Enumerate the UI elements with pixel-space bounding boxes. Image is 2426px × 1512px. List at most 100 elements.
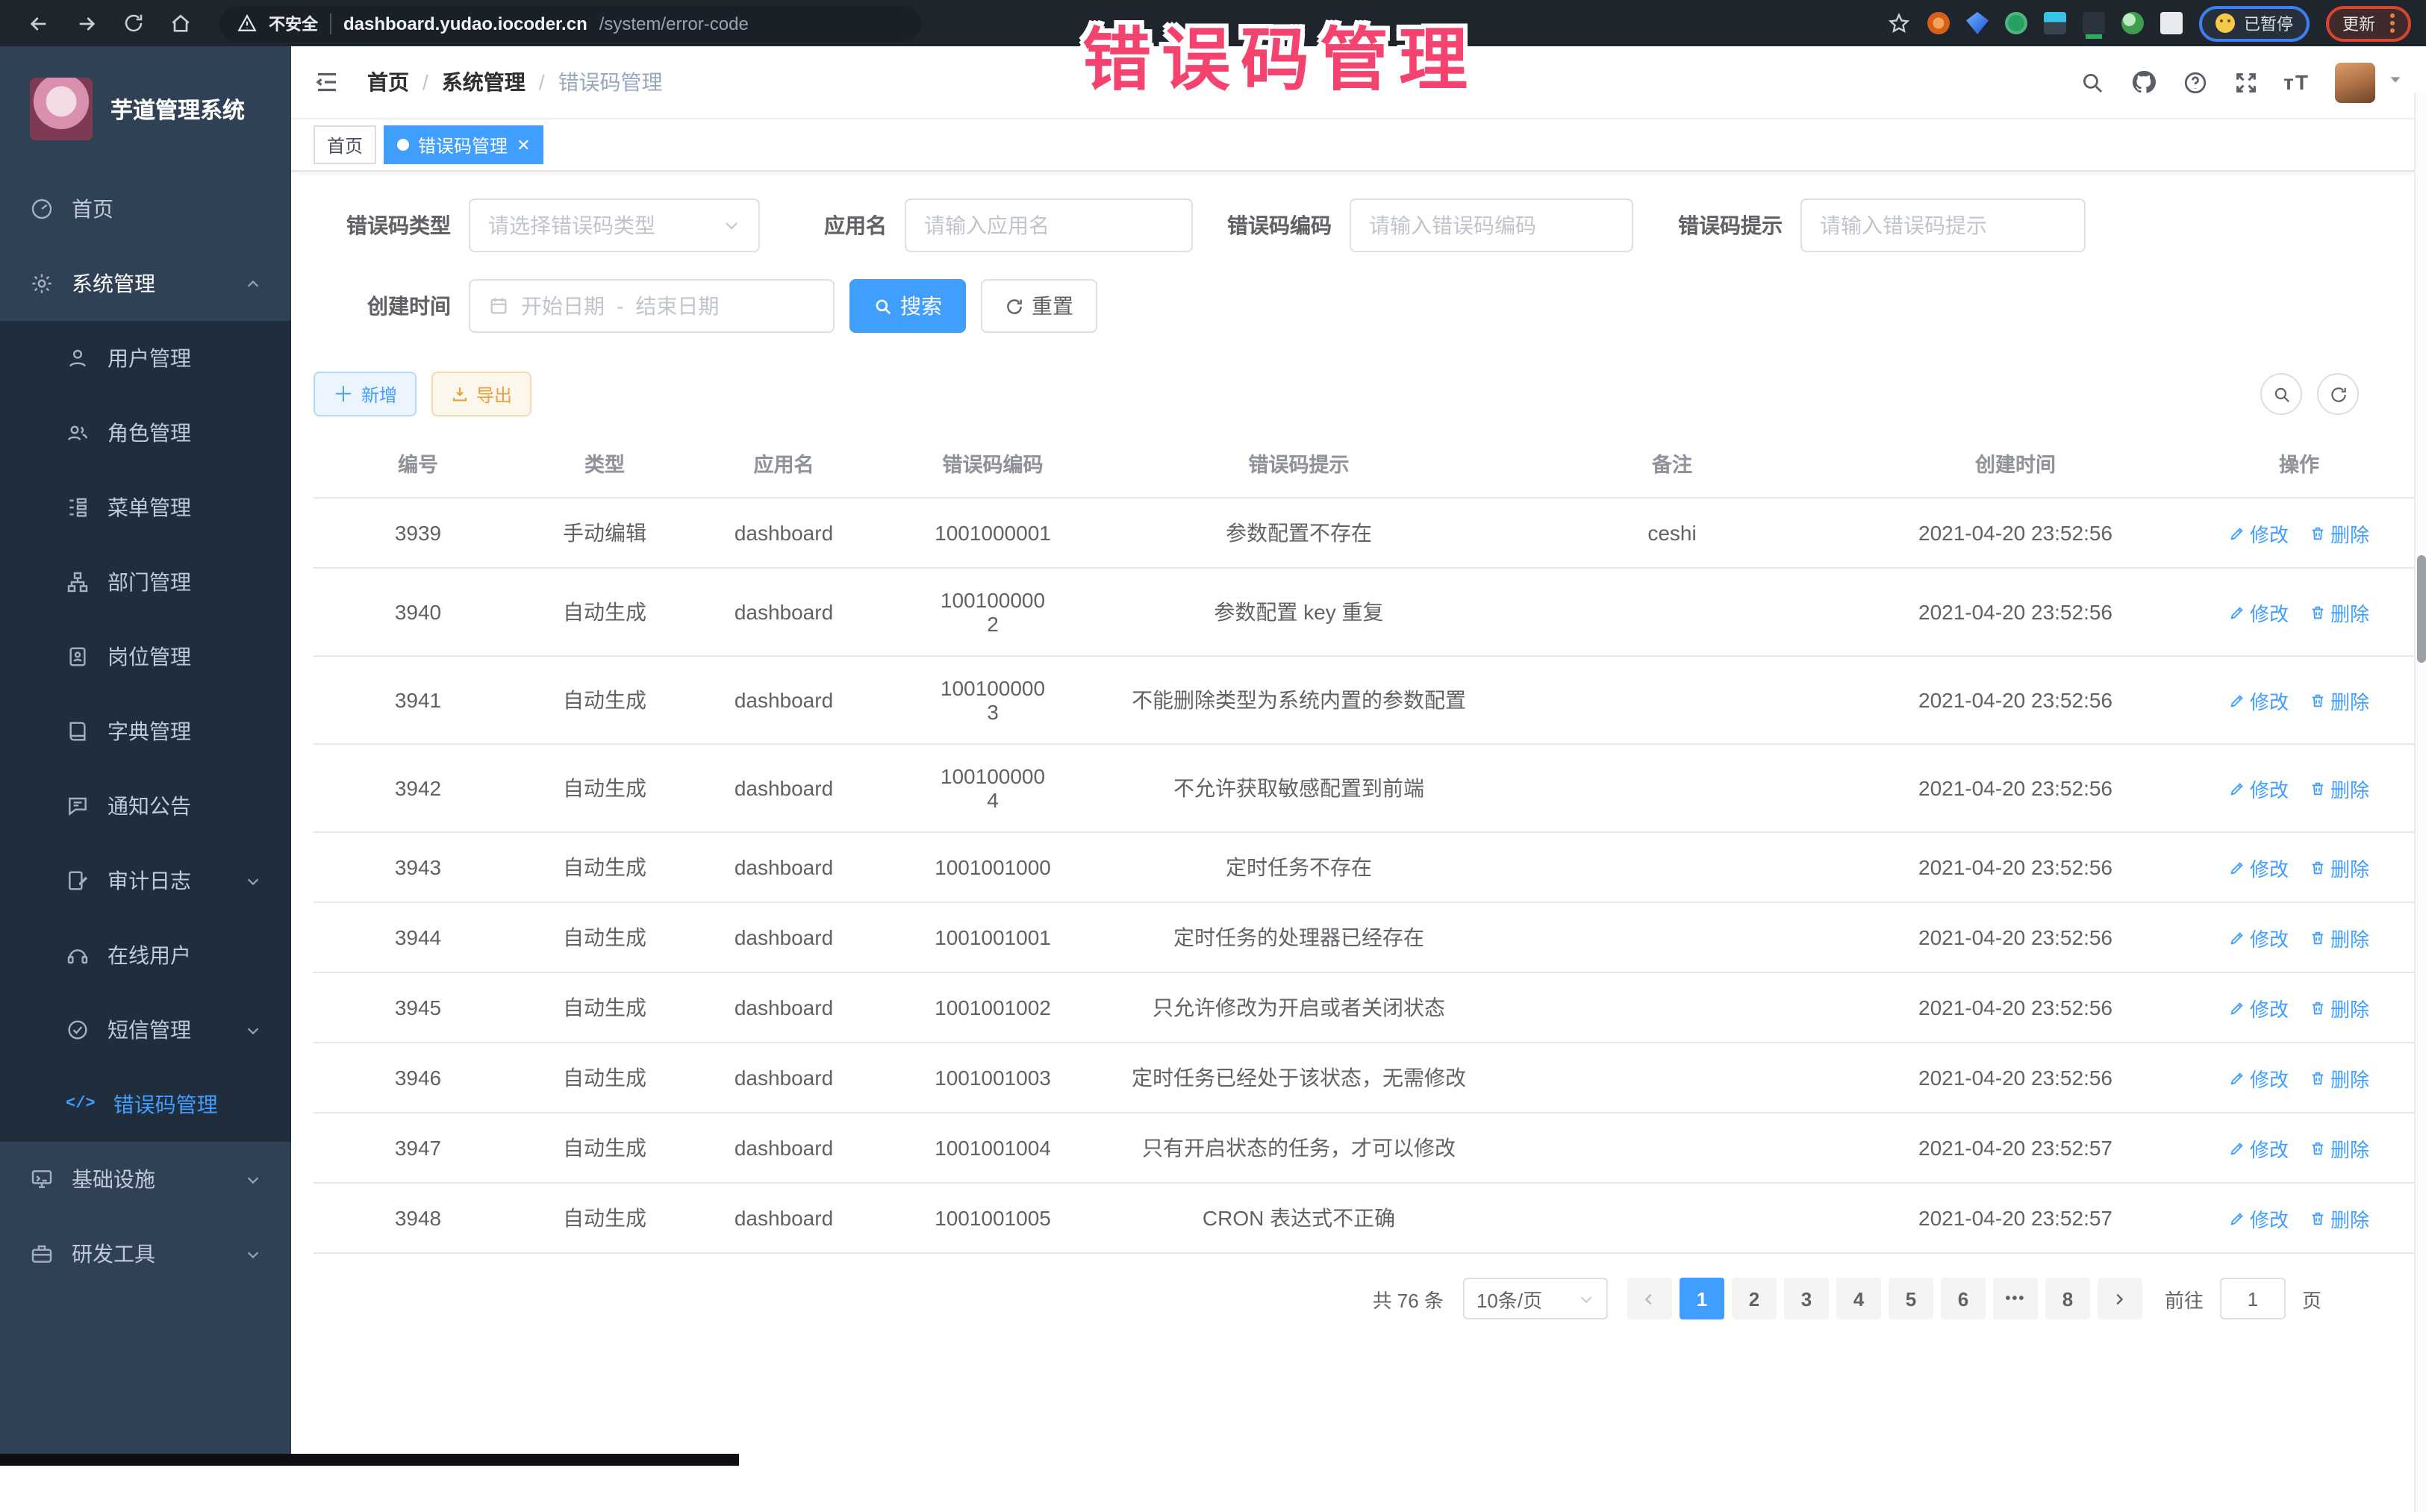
page-button[interactable]: 5: [1889, 1278, 1933, 1319]
delete-button[interactable]: 删除: [2310, 519, 2369, 547]
goto-page-input[interactable]: 1: [2220, 1278, 2286, 1319]
add-button[interactable]: ＋ 新增: [314, 372, 417, 416]
font-size-icon[interactable]: тT: [2283, 70, 2310, 94]
error-type-select[interactable]: 请选择错误码类型: [469, 199, 760, 252]
close-tab-icon[interactable]: ✕: [517, 135, 530, 154]
extension-icon[interactable]: [2005, 12, 2027, 34]
sidebar-item-menus[interactable]: 菜单管理: [0, 470, 291, 545]
breadcrumb-home[interactable]: 首页: [367, 67, 409, 97]
sidebar-item-sms[interactable]: 短信管理: [0, 993, 291, 1067]
app-logo[interactable]: 芋道管理系统: [0, 46, 291, 172]
prev-page-button[interactable]: [1627, 1278, 1672, 1319]
export-button[interactable]: 导出: [431, 372, 531, 416]
sidebar-item-online-users[interactable]: 在线用户: [0, 918, 291, 993]
tab-error-codes[interactable]: 错误码管理 ✕: [384, 125, 543, 164]
sidebar-item-notices[interactable]: 通知公告: [0, 769, 291, 843]
error-msg-input[interactable]: 请输入错误码提示: [1800, 199, 2086, 252]
page-button[interactable]: 3: [1784, 1278, 1829, 1319]
sidebar-item-error-codes[interactable]: </> 错误码管理: [0, 1067, 291, 1142]
sidebar-item-users[interactable]: 用户管理: [0, 321, 291, 396]
delete-button[interactable]: 删除: [2310, 598, 2369, 626]
edit-button[interactable]: 修改: [2229, 774, 2289, 802]
table-row[interactable]: 3943自动生成dashboard1001001000定时任务不存在2021-0…: [314, 832, 2419, 902]
extensions-puzzle-icon[interactable]: [2160, 12, 2183, 34]
delete-button[interactable]: 删除: [2310, 1063, 2369, 1092]
toggle-search-button[interactable]: [2260, 373, 2302, 415]
delete-button[interactable]: 删除: [2310, 1134, 2369, 1162]
next-page-button[interactable]: [2098, 1278, 2142, 1319]
sidebar-item-audit-logs[interactable]: 审计日志: [0, 843, 291, 918]
extension-icon[interactable]: [2044, 12, 2066, 34]
extension-icon[interactable]: [2083, 12, 2105, 34]
error-code-input[interactable]: 请输入错误码编码: [1350, 199, 1633, 252]
delete-button[interactable]: 删除: [2310, 686, 2369, 714]
tab-home[interactable]: 首页: [314, 125, 376, 164]
refresh-table-button[interactable]: [2317, 373, 2359, 415]
edit-button[interactable]: 修改: [2229, 1063, 2289, 1092]
bookmark-star-icon[interactable]: [1887, 11, 1911, 35]
sidebar-item-infrastructure[interactable]: 基础设施: [0, 1142, 291, 1216]
sidebar-item-dev-tools[interactable]: 研发工具: [0, 1216, 291, 1291]
collapse-sidebar-icon[interactable]: [314, 69, 340, 96]
table-row[interactable]: 3948自动生成dashboard1001001005CRON 表达式不正确20…: [314, 1183, 2419, 1253]
extension-icon[interactable]: [2121, 12, 2144, 34]
edit-button[interactable]: 修改: [2229, 853, 2289, 881]
date-range-picker[interactable]: 开始日期 - 结束日期: [469, 279, 835, 333]
browser-menu-icon[interactable]: [2390, 13, 2395, 33]
reload-icon[interactable]: [122, 12, 145, 34]
extension-icon[interactable]: [1966, 12, 1989, 34]
edit-button[interactable]: 修改: [2229, 686, 2289, 714]
search-button[interactable]: 搜索: [849, 279, 966, 333]
fullscreen-icon[interactable]: [2233, 69, 2258, 95]
back-icon[interactable]: [27, 11, 51, 35]
delete-button[interactable]: 删除: [2310, 853, 2369, 881]
page-button[interactable]: 8: [2045, 1278, 2090, 1319]
edit-button[interactable]: 修改: [2229, 993, 2289, 1022]
reset-button[interactable]: 重置: [981, 279, 1097, 333]
breadcrumb-system[interactable]: 系统管理: [442, 67, 526, 97]
edit-button[interactable]: 修改: [2229, 1204, 2289, 1232]
edit-button[interactable]: 修改: [2229, 519, 2289, 547]
app-name-input[interactable]: 请输入应用名: [905, 199, 1193, 252]
table-row[interactable]: 3940自动生成dashboard100100000 2参数配置 key 重复2…: [314, 568, 2419, 656]
delete-button[interactable]: 删除: [2310, 1204, 2369, 1232]
browser-update-button[interactable]: 更新: [2326, 5, 2411, 41]
address-bar[interactable]: 不安全 dashboard.yudao.iocoder.cn/system/er…: [219, 5, 921, 41]
table-row[interactable]: 3947自动生成dashboard1001001004只有开启状态的任务，才可以…: [314, 1113, 2419, 1183]
page-size-select[interactable]: 10条/页: [1463, 1278, 1608, 1319]
github-icon[interactable]: [2130, 69, 2157, 96]
delete-button[interactable]: 删除: [2310, 993, 2369, 1022]
table-row[interactable]: 3944自动生成dashboard1001001001定时任务的处理器已经存在2…: [314, 902, 2419, 972]
sidebar-item-system[interactable]: 系统管理: [0, 246, 291, 321]
chevron-down-icon[interactable]: [2387, 69, 2404, 96]
window-scrollbar[interactable]: [2414, 93, 2426, 1512]
page-button[interactable]: 1: [1680, 1278, 1724, 1319]
sidebar-item-posts[interactable]: 岗位管理: [0, 619, 291, 694]
home-icon[interactable]: [169, 11, 193, 35]
extension-icon[interactable]: [1927, 12, 1950, 34]
avatar[interactable]: [2335, 62, 2375, 102]
page-button[interactable]: 4: [1836, 1278, 1881, 1319]
edit-button[interactable]: 修改: [2229, 1134, 2289, 1162]
delete-button[interactable]: 删除: [2310, 774, 2369, 802]
edit-button[interactable]: 修改: [2229, 598, 2289, 626]
more-pages-button[interactable]: •••: [1993, 1278, 2038, 1319]
table-row[interactable]: 3942自动生成dashboard100100000 4不允许获取敏感配置到前端…: [314, 744, 2419, 832]
sidebar-item-roles[interactable]: 角色管理: [0, 396, 291, 470]
delete-button[interactable]: 删除: [2310, 923, 2369, 952]
table-row[interactable]: 3939手动编辑dashboard1001000001参数配置不存在ceshi2…: [314, 498, 2419, 568]
search-icon[interactable]: [2079, 69, 2104, 95]
forward-icon[interactable]: [75, 11, 99, 35]
sidebar-item-departments[interactable]: 部门管理: [0, 545, 291, 619]
scrollbar-thumb[interactable]: [2417, 555, 2426, 663]
help-icon[interactable]: [2182, 69, 2207, 95]
sidebar-item-home[interactable]: 首页: [0, 172, 291, 246]
edit-button[interactable]: 修改: [2229, 923, 2289, 952]
table-row[interactable]: 3945自动生成dashboard1001001002只允许修改为开启或者关闭状…: [314, 972, 2419, 1043]
table-row[interactable]: 3941自动生成dashboard100100000 3不能删除类型为系统内置的…: [314, 656, 2419, 744]
page-button[interactable]: 6: [1941, 1278, 1986, 1319]
extension-paused-badge[interactable]: 已暂停: [2199, 5, 2310, 41]
sidebar-item-dictionary[interactable]: 字典管理: [0, 694, 291, 769]
table-row[interactable]: 3946自动生成dashboard1001001003定时任务已经处于该状态，无…: [314, 1043, 2419, 1113]
page-button[interactable]: 2: [1732, 1278, 1777, 1319]
